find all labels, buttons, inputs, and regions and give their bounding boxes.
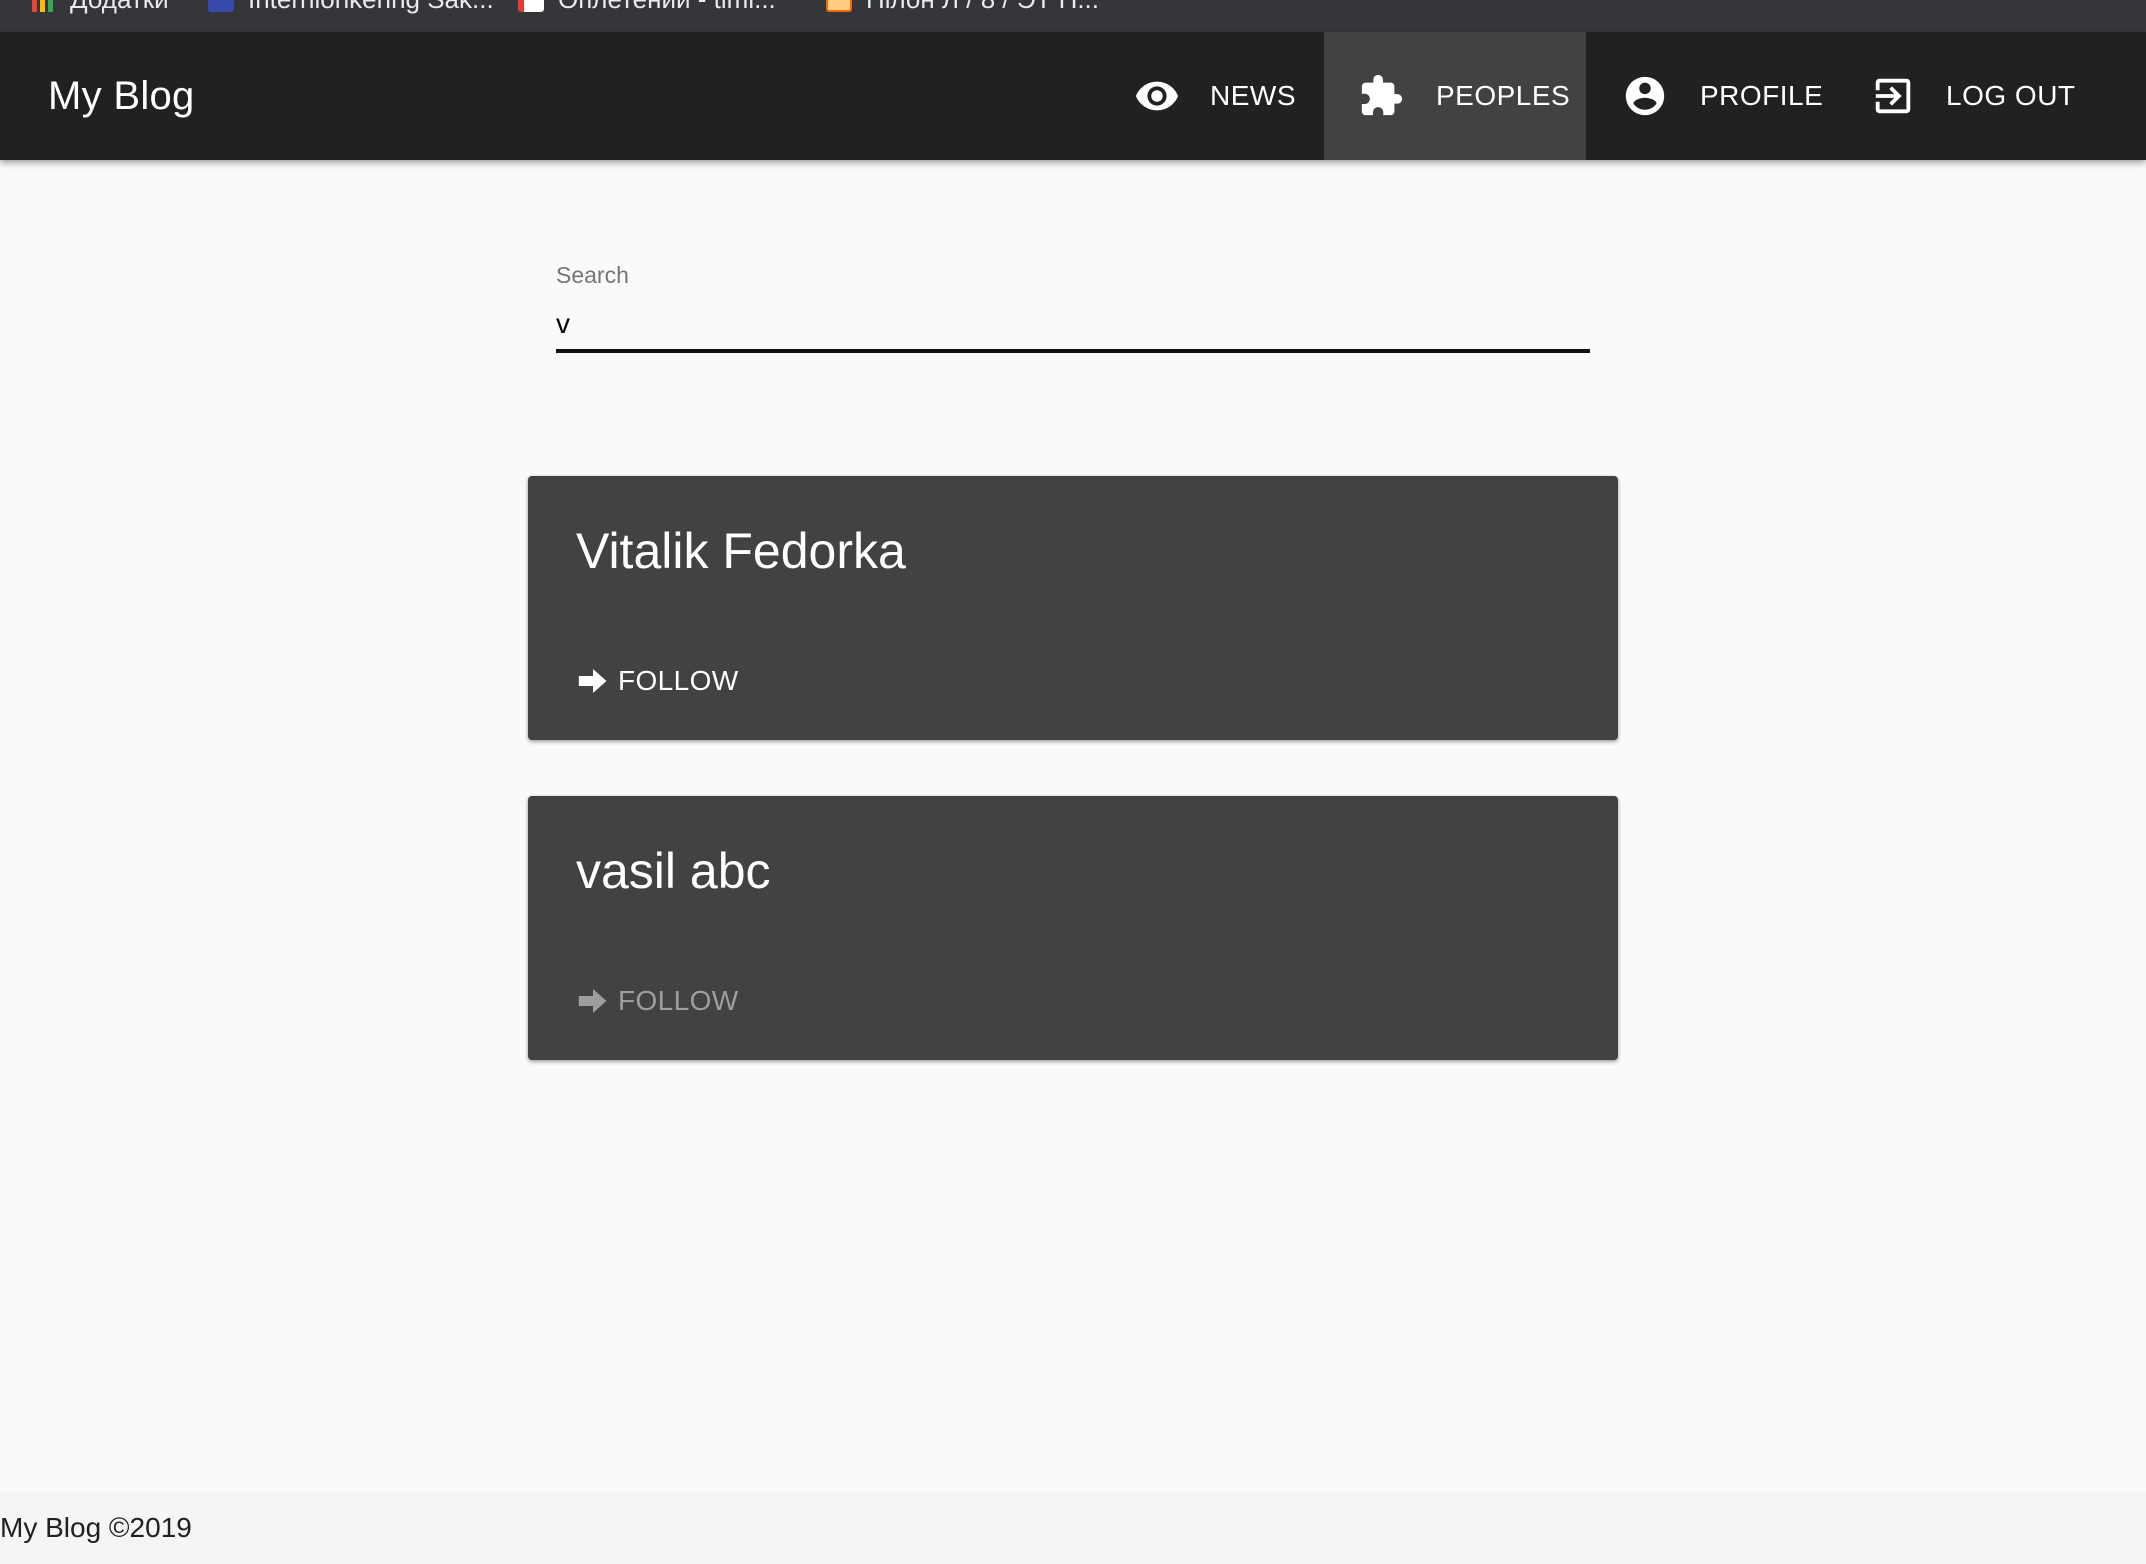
nav-logout[interactable]: LOG OUT — [1834, 32, 2094, 160]
app-header: My Blog NEWS PEOPLES PROFILE LOG OUT — [0, 32, 2146, 160]
bookmark-apps[interactable]: Додатки — [30, 0, 169, 14]
follow-button-label: FOLLOW — [618, 665, 739, 696]
search-field: Search — [556, 262, 1590, 354]
page: Додатки Internionkering Sak... Оплетении… — [0, 0, 2146, 1564]
logout-icon — [1870, 73, 1916, 119]
footer: My Blog ©2019 — [0, 1492, 2146, 1564]
account-circle-icon — [1622, 73, 1668, 119]
follow-button[interactable]: FOLLOW — [568, 654, 747, 708]
puzzle-icon — [1358, 73, 1404, 119]
bookmark-site[interactable]: Internionkering Sak... — [208, 0, 494, 14]
arrow-right-icon — [576, 984, 610, 1018]
search-input[interactable] — [556, 302, 1590, 346]
person-name: Vitalik Fedorka — [576, 523, 906, 579]
site-favicon-icon — [826, 0, 852, 12]
nav-logout-label: LOG OUT — [1946, 80, 2076, 111]
search-label: Search — [556, 262, 629, 288]
browser-bookmarks-bar: Додатки Internionkering Sak... Оплетении… — [0, 0, 2146, 32]
nav-peoples-label: PEOPLES — [1436, 80, 1571, 111]
nav-peoples[interactable]: PEOPLES — [1324, 32, 1586, 160]
person-card: vasil abc FOLLOW — [528, 796, 1618, 1060]
site-favicon-icon — [208, 0, 234, 12]
bookmark-label: Додатки — [70, 0, 169, 15]
footer-copyright: My Blog ©2019 — [0, 1512, 192, 1543]
bookmark-site[interactable]: Пілон Л / 8 / ЭТ П... — [826, 0, 1099, 14]
app-title[interactable]: My Blog — [48, 32, 195, 160]
person-card: Vitalik Fedorka FOLLOW — [528, 476, 1618, 740]
eye-icon — [1134, 73, 1180, 119]
bookmark-label: Оплетении - timi... — [558, 0, 776, 15]
nav-news-label: NEWS — [1210, 80, 1296, 111]
person-name: vasil abc — [576, 843, 771, 899]
follow-button-disabled[interactable]: FOLLOW — [568, 974, 747, 1028]
nav-news[interactable]: NEWS — [1122, 32, 1322, 160]
bookmark-label: Internionkering Sak... — [248, 0, 494, 15]
follow-button-label: FOLLOW — [618, 985, 739, 1016]
arrow-right-icon — [576, 664, 610, 698]
apps-grid-icon — [30, 0, 56, 12]
site-favicon-icon — [518, 0, 544, 12]
nav-profile-label: PROFILE — [1700, 80, 1824, 111]
bookmark-site[interactable]: Оплетении - timi... — [518, 0, 776, 14]
search-underline — [556, 349, 1590, 353]
bookmark-label: Пілон Л / 8 / ЭТ П... — [866, 0, 1099, 15]
nav-profile[interactable]: PROFILE — [1588, 32, 1832, 160]
